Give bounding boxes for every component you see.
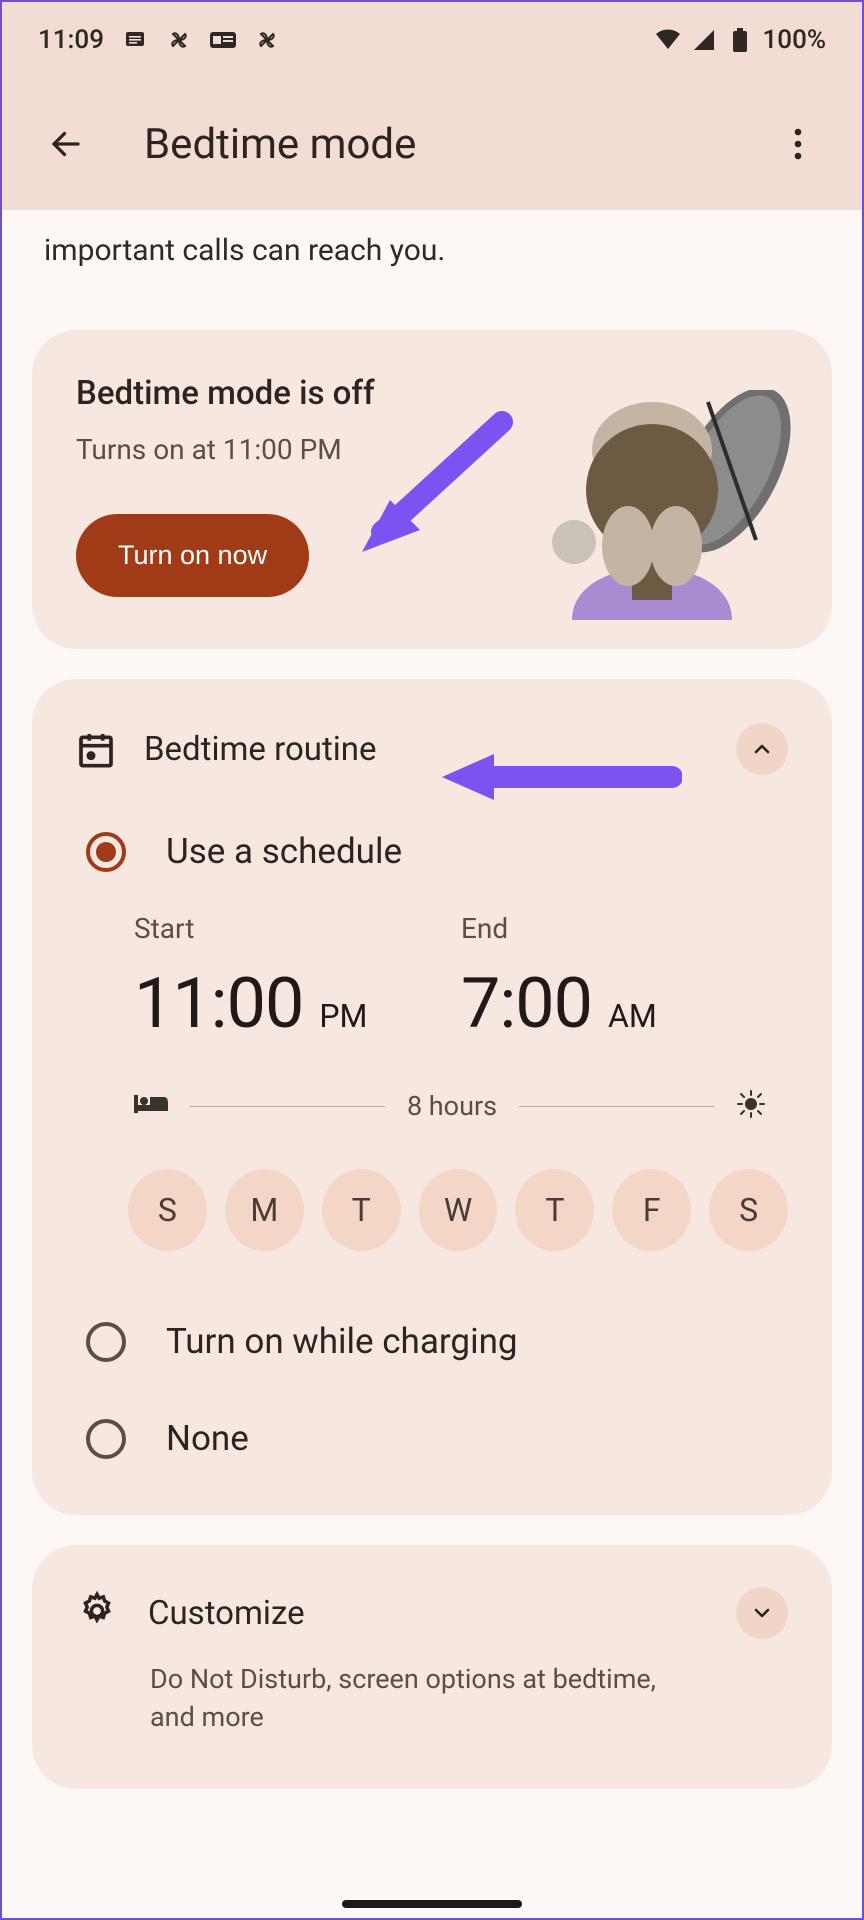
option-while-charging[interactable]: Turn on while charging [76,1321,788,1362]
duration-row: 8 hours [76,1089,788,1123]
pinwheel2-icon [254,27,280,53]
routine-title: Bedtime routine [144,730,708,769]
signal-icon [691,27,717,53]
back-button[interactable] [38,116,94,172]
start-time-picker[interactable]: Start 11:00 PM [134,912,461,1045]
expand-customize-button[interactable] [736,1587,788,1639]
status-bar: 11:09 100% [2,2,862,78]
start-label: Start [134,912,461,945]
option-schedule-label: Use a schedule [166,831,402,872]
day-mon[interactable]: M [225,1169,304,1251]
customize-card[interactable]: Customize Do Not Disturb, screen options… [32,1545,832,1789]
day-sat[interactable]: S [709,1169,788,1251]
customize-desc: Do Not Disturb, screen options at bedtim… [150,1661,670,1737]
bedtime-status-card: Bedtime mode is off Turns on at 11:00 PM… [32,330,832,649]
day-thu[interactable]: T [515,1169,594,1251]
option-none[interactable]: None [76,1418,788,1459]
app-bar: Bedtime mode [2,78,862,210]
pinwheel-icon [166,27,192,53]
day-sun[interactable]: S [128,1169,207,1251]
sun-icon [736,1089,766,1123]
calendar-icon [76,729,116,769]
bed-icon [134,1091,168,1121]
option-none-label: None [166,1418,249,1459]
chevron-up-icon [750,737,774,761]
end-ampm: AM [608,997,657,1035]
day-wed[interactable]: W [419,1169,498,1251]
customize-title: Customize [148,1594,706,1633]
end-time-value: 7:00 [461,963,592,1045]
message-icon [122,27,148,53]
sleeping-person-illustration [532,390,792,620]
status-time: 11:09 [38,25,104,55]
turn-on-button[interactable]: Turn on now [76,514,309,597]
news-icon [210,27,236,53]
page-title: Bedtime mode [144,120,770,169]
collapse-routine-button[interactable] [736,723,788,775]
start-ampm: PM [319,997,367,1035]
start-time-value: 11:00 [134,963,303,1045]
bedtime-routine-card: Bedtime routine Use a schedule Start 11:… [32,679,832,1515]
wifi-icon [655,27,681,53]
battery-icon [727,27,753,53]
home-indicator[interactable] [342,1900,522,1908]
radio-unselected-icon [86,1419,126,1459]
end-label: End [461,912,788,945]
routine-header[interactable]: Bedtime routine [76,723,788,775]
radio-unselected-icon [86,1322,126,1362]
radio-selected-icon [86,832,126,872]
option-use-schedule[interactable]: Use a schedule [76,831,788,872]
status-battery: 100% [763,25,826,55]
duration-text: 8 hours [407,1090,497,1122]
days-row: S M T W T F S [76,1169,788,1251]
intro-text: important calls can reach you. [2,210,862,300]
day-fri[interactable]: F [612,1169,691,1251]
chevron-down-icon [750,1601,774,1625]
gear-icon [76,1590,118,1636]
end-time-picker[interactable]: End 7:00 AM [461,912,788,1045]
overflow-menu-button[interactable] [770,116,826,172]
day-tue[interactable]: T [322,1169,401,1251]
option-charging-label: Turn on while charging [166,1321,518,1362]
